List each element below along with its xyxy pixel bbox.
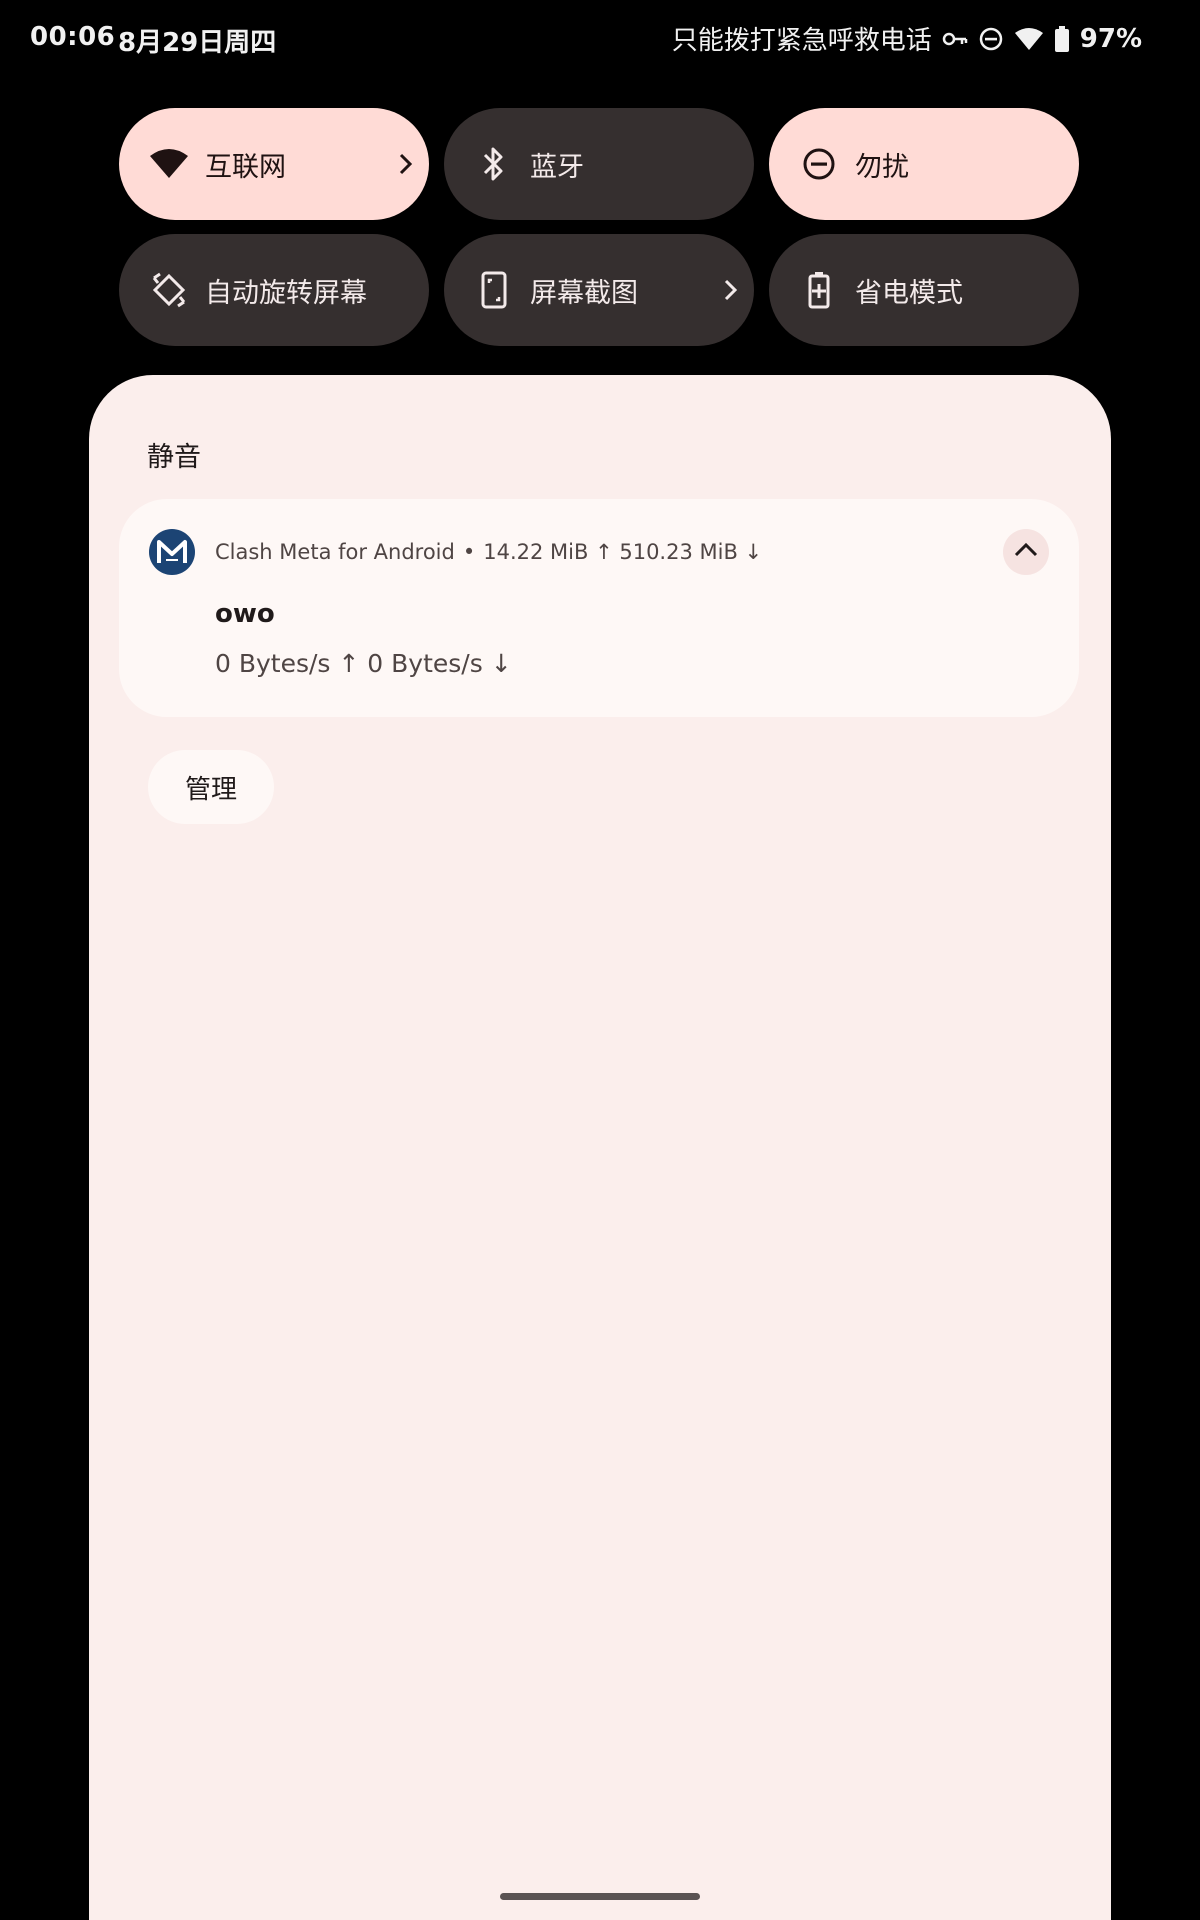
- section-title-silent: 静音: [147, 442, 201, 473]
- screen: 00:06 8月29日周四 只能拨打紧急呼救电话 97% 互联网 蓝牙 勿扰 自…: [0, 0, 1200, 1920]
- notification-shade: 静音 Clash Meta for Android • 14.22 MiB ↑ 51…: [89, 375, 1111, 1920]
- dnd-icon: [797, 142, 841, 186]
- collapse-button[interactable]: [1003, 529, 1049, 575]
- notification-app-name: Clash Meta for Android: [215, 540, 455, 564]
- tile-internet-label: 互联网: [205, 151, 286, 183]
- status-time: 00:06: [30, 22, 116, 52]
- chevron-up-icon: [1013, 541, 1039, 563]
- tile-dnd[interactable]: 勿扰: [769, 108, 1079, 220]
- header-separator: •: [462, 540, 476, 564]
- notification-title: owo: [215, 599, 275, 629]
- tile-auto-rotate-label: 自动旋转屏幕: [205, 277, 367, 309]
- tile-battery-saver-label: 省电模式: [855, 277, 963, 309]
- auto-rotate-icon: [147, 268, 191, 312]
- notification-header: Clash Meta for Android • 14.22 MiB ↑ 510.2…: [215, 540, 762, 564]
- tile-bluetooth-label: 蓝牙: [530, 151, 584, 183]
- status-icons: 只能拨打紧急呼救电话 97%: [672, 20, 1142, 57]
- notification-card[interactable]: Clash Meta for Android • 14.22 MiB ↑ 510.2…: [119, 499, 1079, 717]
- battery-saver-icon: [797, 268, 841, 312]
- tile-auto-rotate[interactable]: 自动旋转屏幕: [119, 234, 429, 346]
- chevron-right-icon: [395, 148, 417, 180]
- battery-percent: 97%: [1079, 23, 1142, 54]
- status-date: 8月29日周四: [118, 28, 277, 58]
- status-bar: 00:06 8月29日周四 只能拨打紧急呼救电话 97%: [0, 0, 1200, 80]
- tile-screenshot[interactable]: 屏幕截图: [444, 234, 754, 346]
- wifi-icon: [1014, 27, 1044, 51]
- tile-battery-saver[interactable]: 省电模式: [769, 234, 1079, 346]
- carrier-text: 只能拨打紧急呼救电话: [671, 26, 932, 56]
- battery-icon: [1054, 25, 1070, 52]
- tile-bluetooth[interactable]: 蓝牙: [444, 108, 754, 220]
- bluetooth-icon: [472, 142, 516, 186]
- vpn-key-icon: [942, 30, 968, 48]
- tile-internet[interactable]: 互联网: [119, 108, 429, 220]
- notification-text: 0 Bytes/s ↑ 0 Bytes/s ↓: [215, 649, 512, 678]
- tile-dnd-label: 勿扰: [855, 151, 909, 183]
- tile-screenshot-label: 屏幕截图: [530, 277, 638, 309]
- manage-button[interactable]: 管理: [148, 750, 274, 824]
- wifi-icon: [147, 142, 191, 186]
- gesture-nav-handle[interactable]: [500, 1893, 700, 1900]
- clash-app-icon: [149, 529, 195, 575]
- chevron-right-icon: [720, 274, 742, 306]
- dnd-icon: [978, 26, 1004, 52]
- screenshot-icon: [472, 268, 516, 312]
- notification-traffic-summary: 14.22 MiB ↑ 510.23 MiB ↓: [483, 540, 763, 564]
